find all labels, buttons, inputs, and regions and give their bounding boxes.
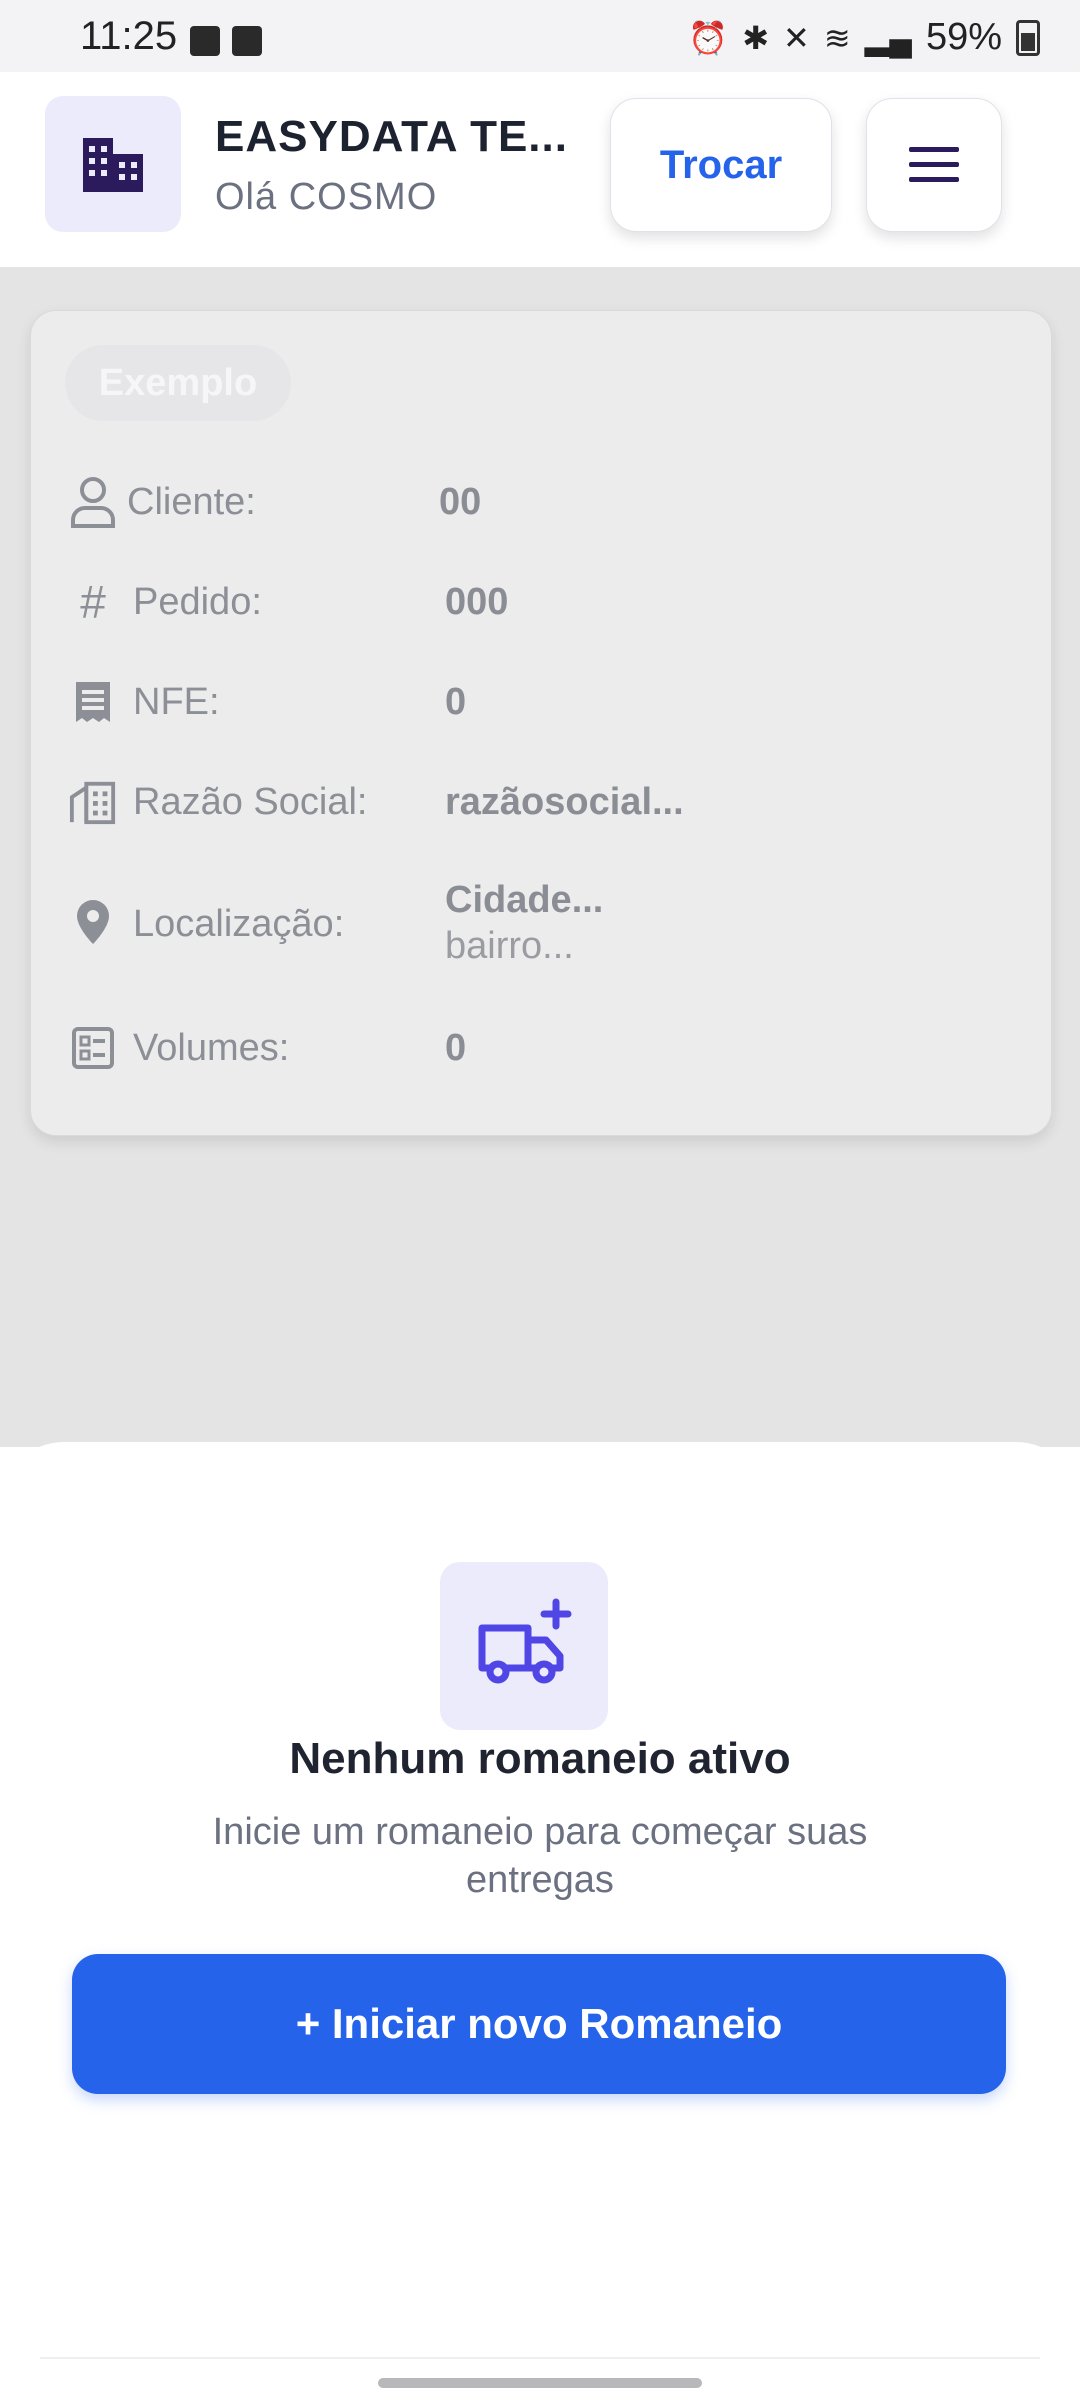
list-icon — [69, 1021, 117, 1075]
row-label: NFE: — [133, 681, 220, 723]
notification-icons — [190, 26, 262, 56]
start-new-romaneio-button[interactable]: + Iniciar novo Romaneio — [72, 1954, 1006, 2094]
hamburger-menu-icon — [909, 147, 959, 182]
empty-state-sheet: Nenhum romaneio ativo Inicie um romaneio… — [0, 1442, 1080, 2400]
building-icon — [69, 775, 117, 829]
row-label: Pedido: — [133, 581, 262, 623]
row-label: Volumes: — [133, 1027, 290, 1069]
user-greeting: Olá COSMO — [215, 176, 438, 218]
row-value: Cidade... — [445, 879, 604, 921]
location-pin-icon — [69, 895, 117, 949]
truck-plus-icon — [440, 1562, 608, 1730]
voicemail-notification-icon — [232, 26, 262, 56]
example-delivery-card: Exemplo Cliente: 00 # Pedido: 000 NFE: 0… — [30, 310, 1052, 1136]
wifi-icon: ≋ — [823, 19, 851, 56]
row-value-secondary: bairro... — [445, 925, 574, 967]
mute-icon: ✕ — [783, 19, 810, 56]
bluetooth-icon: ✱ — [742, 19, 770, 56]
system-icons: ⏰ ✱ ✕ ≋ ▂▄ 59% — [688, 16, 1040, 59]
receipt-icon — [69, 675, 117, 729]
example-chip: Exemplo — [65, 345, 291, 421]
card-row-razao-social: Razão Social: razãosocial... — [61, 757, 1021, 847]
building-icon — [45, 96, 181, 232]
organization-name: EASYDATA TE... — [215, 112, 568, 161]
image-notification-icon — [190, 26, 220, 56]
card-row-cliente: Cliente: 00 — [61, 457, 1021, 547]
row-value: 0 — [445, 1027, 467, 1069]
row-label: Cliente: — [127, 481, 256, 523]
row-value: 000 — [445, 581, 509, 623]
signal-icon: ▂▄ — [864, 19, 912, 56]
empty-state-title: Nenhum romaneio ativo — [289, 1734, 791, 1783]
empty-state-subtitle: Inicie um romaneio para começar suas ent… — [212, 1811, 868, 1901]
card-row-nfe: NFE: 0 — [61, 657, 1021, 747]
bottom-divider — [40, 2357, 1040, 2359]
switch-organization-button[interactable]: Trocar — [610, 98, 832, 232]
row-label: Razão Social: — [133, 781, 368, 823]
card-row-localizacao: Localização: Cidade... bairro... — [61, 857, 1021, 987]
status-time: 11:25 — [80, 14, 178, 58]
battery-icon — [1016, 19, 1040, 56]
status-bar: 11:25 ⏰ ✱ ✕ ≋ ▂▄ 59% — [0, 0, 1080, 72]
menu-button[interactable] — [866, 98, 1002, 232]
alarm-icon: ⏰ — [688, 19, 729, 56]
row-value: 00 — [439, 481, 482, 523]
row-label: Localização: — [133, 903, 345, 945]
battery-percent: 59% — [925, 16, 1002, 58]
row-value: razãosocial... — [445, 781, 684, 823]
app-header: EASYDATA TE... Olá COSMO Trocar — [0, 72, 1080, 267]
row-value: 0 — [445, 681, 467, 723]
card-row-pedido: # Pedido: 000 — [61, 557, 1021, 647]
card-row-volumes: Volumes: 0 — [61, 1003, 1021, 1093]
home-indicator[interactable] — [378, 2378, 702, 2388]
user-icon — [69, 475, 117, 529]
hash-icon: # — [80, 576, 106, 628]
